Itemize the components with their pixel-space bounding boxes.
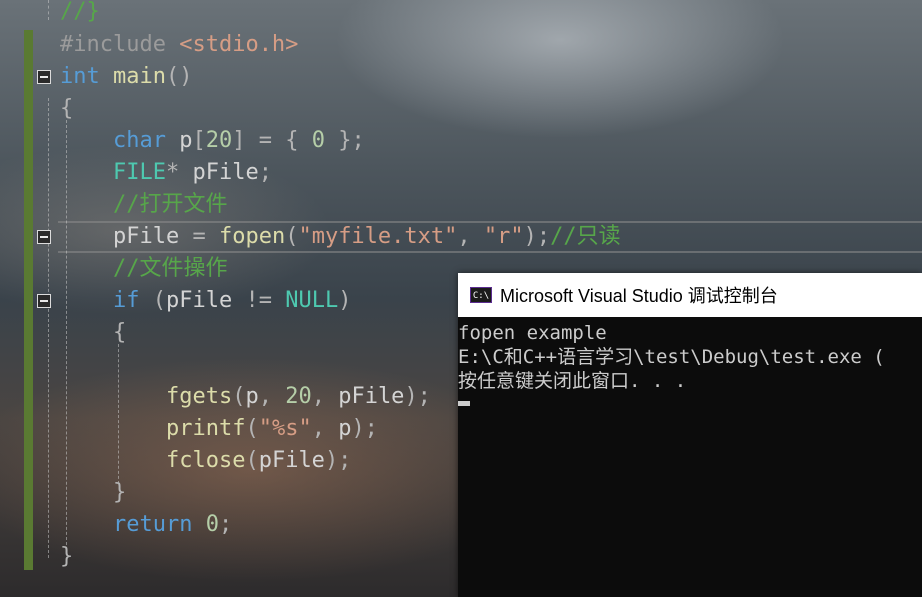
code-line-9[interactable]: //文件操作: [60, 253, 228, 285]
collapse-main-icon[interactable]: [37, 70, 51, 84]
keyword-token: return: [112, 512, 193, 537]
code-line-14[interactable]: printf("%s", p);: [60, 413, 378, 445]
string-token: "r": [483, 224, 524, 249]
code-line-15[interactable]: fclose(pFile);: [60, 445, 351, 477]
collapse-if-icon[interactable]: [37, 294, 51, 308]
code-line-1[interactable]: //}: [60, 0, 100, 28]
number-token: 20: [285, 384, 312, 409]
code-line-18[interactable]: }: [60, 541, 73, 573]
comment-token: //文件操作: [112, 256, 228, 281]
code-line-4[interactable]: {: [60, 93, 73, 125]
code-line-3[interactable]: int main(): [60, 61, 192, 93]
keyword-token: char: [112, 128, 166, 153]
keyword-token: int: [60, 64, 100, 89]
code-line-5[interactable]: char p[20] = { 0 };: [60, 125, 365, 157]
include-file-token: <stdio.h>: [179, 32, 299, 57]
function-name-token: fopen: [218, 224, 286, 249]
brace-token: {: [112, 320, 127, 345]
identifier-token: pFile: [192, 160, 259, 185]
type-token: FILE: [112, 160, 166, 185]
brace-token: }: [60, 544, 74, 569]
function-name-token: printf: [165, 416, 246, 441]
comment-token: //只读: [550, 224, 621, 249]
console-cursor: [458, 401, 470, 406]
comment-token: //打开文件: [112, 192, 228, 217]
console-output-line: fopen example: [458, 322, 607, 344]
function-name-token: fclose: [165, 448, 246, 473]
punctuation-token: (): [165, 64, 193, 89]
code-line-16[interactable]: }: [60, 477, 126, 509]
code-line-13[interactable]: fgets(p, 20, pFile);: [60, 381, 431, 413]
function-name-token: fgets: [165, 384, 233, 409]
number-token: 20: [205, 128, 233, 153]
number-token: 0: [311, 128, 325, 153]
code-line-6[interactable]: FILE* pFile;: [60, 157, 272, 189]
preprocessor-token: #include: [60, 32, 166, 57]
identifier-token: pFile: [258, 448, 325, 473]
brace-token: {: [60, 96, 74, 121]
console-title: Microsoft Visual Studio 调试控制台: [500, 286, 778, 306]
change-tracking-bar: [24, 30, 33, 570]
keyword-token: if: [112, 288, 140, 313]
code-line-7[interactable]: //打开文件: [60, 189, 228, 221]
string-token: "myfile.txt": [298, 224, 458, 249]
console-app-icon: C:\: [470, 287, 492, 303]
identifier-token: pFile: [338, 384, 405, 409]
fold-guide: [48, 0, 49, 20]
debug-console-window[interactable]: C:\ Microsoft Visual Studio 调试控制台 fopen …: [458, 273, 922, 597]
code-line-17[interactable]: return 0;: [60, 509, 232, 541]
function-name-token: main: [113, 64, 166, 89]
console-output-line: 按任意键关闭此窗口. . .: [458, 370, 687, 392]
console-titlebar[interactable]: C:\ Microsoft Visual Studio 调试控制台: [458, 273, 922, 317]
identifier-token: pFile: [165, 288, 233, 313]
code-line-11[interactable]: {: [60, 317, 126, 349]
identifier-token: pFile: [112, 224, 180, 249]
code-line-8[interactable]: pFile = fopen("myfile.txt", "r");//只读: [60, 221, 621, 253]
identifier-token: p: [338, 416, 352, 441]
number-token: 0: [205, 512, 219, 537]
console-output[interactable]: fopen example E:\C和C++语言学习\test\Debug\te…: [458, 317, 922, 406]
code-line-10[interactable]: if (pFile != NULL): [60, 285, 351, 317]
fold-guide: [48, 98, 49, 558]
string-token: "%s": [258, 416, 312, 441]
identifier-token: p: [179, 128, 193, 153]
collapse-comment-icon[interactable]: [37, 230, 51, 244]
identifier-token: p: [245, 384, 259, 409]
brace-token: }: [112, 480, 127, 505]
console-output-line: E:\C和C++语言学习\test\Debug\test.exe (: [458, 346, 885, 368]
code-line-2[interactable]: #include <stdio.h>: [60, 29, 298, 61]
comment-token: //}: [60, 0, 100, 24]
macro-token: NULL: [285, 288, 339, 313]
